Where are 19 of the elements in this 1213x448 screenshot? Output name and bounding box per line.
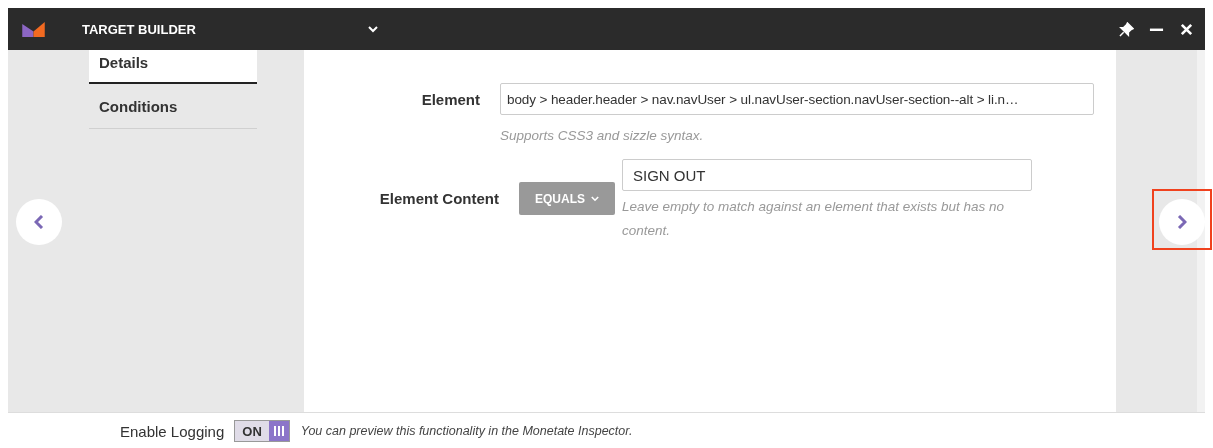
window-title: TARGET BUILDER (82, 21, 196, 37)
pin-icon[interactable] (1119, 21, 1134, 37)
tab[interactable]: Conditions (89, 84, 257, 129)
hint-text: Leave empty to match against an element that exists but has no content. (622, 198, 1005, 240)
chevron-right-icon (1177, 215, 1187, 229)
logging-toggle[interactable]: ON (234, 420, 290, 442)
chevron-down-icon[interactable] (367, 25, 378, 33)
hint-text: Supports CSS3 and sizzle syntax. (500, 127, 705, 145)
note-text: You can preview this functionality in the Monetate Inspector. (300, 424, 633, 438)
element-field[interactable]: body > header.header > nav.navUser > ul.navUser-section.navUser-section--alt > li.n… (500, 83, 1094, 115)
field-label: Element Content (378, 190, 499, 207)
field-label: Element (420, 91, 480, 108)
caret-icon (591, 195, 599, 202)
content-field[interactable]: SIGN OUT (622, 159, 1032, 191)
tab[interactable]: Details (89, 50, 257, 84)
close-icon[interactable] (1179, 21, 1194, 37)
logo-icon (22, 21, 45, 37)
toggle-label: Enable Logging (120, 422, 225, 440)
chevron-left-icon (34, 215, 44, 229)
